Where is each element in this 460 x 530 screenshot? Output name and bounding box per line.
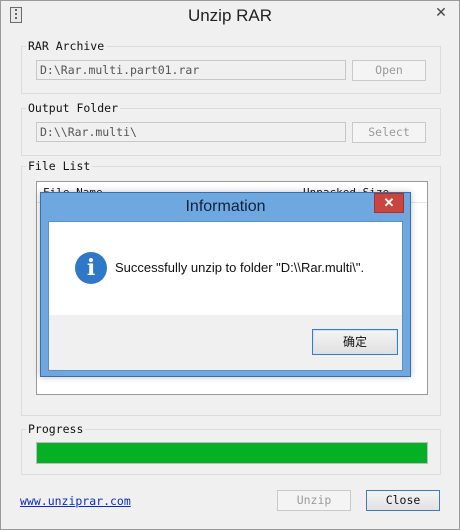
progress-bar [36, 442, 428, 464]
ok-button[interactable]: 确定 [312, 329, 398, 355]
unzip-button[interactable]: Unzip [277, 490, 351, 511]
dialog-message-area: i Successfully unzip to folder "D:\\Rar.… [49, 222, 402, 315]
rar-archive-legend: RAR Archive [26, 39, 107, 53]
dialog-close-button[interactable]: ✕ [374, 193, 404, 213]
progress-bar-fill [37, 443, 427, 463]
archive-path-field[interactable]: D:\Rar.multi.part01.rar [36, 60, 346, 80]
open-button[interactable]: Open [352, 60, 426, 81]
progress-legend: Progress [26, 422, 86, 436]
info-icon: i [75, 252, 107, 284]
output-path-field[interactable]: D:\\Rar.multi\ [36, 122, 346, 142]
dialog-message: Successfully unzip to folder "D:\\Rar.mu… [115, 260, 365, 275]
select-button[interactable]: Select [352, 122, 426, 143]
close-button[interactable]: Close [366, 490, 440, 511]
dialog-title: Information [185, 198, 266, 215]
output-folder-legend: Output Folder [26, 101, 121, 115]
window-close-button[interactable]: ✕ [424, 1, 458, 23]
title-bar[interactable]: Unzip RAR ✕ [1, 1, 459, 31]
website-link[interactable]: www.unziprar.com [20, 494, 131, 508]
window-title: Unzip RAR [187, 6, 273, 25]
information-dialog: Information ✕ i Successfully unzip to fo… [40, 192, 411, 377]
file-list-legend: File List [26, 159, 93, 173]
dialog-body: i Successfully unzip to folder "D:\\Rar.… [48, 221, 403, 371]
